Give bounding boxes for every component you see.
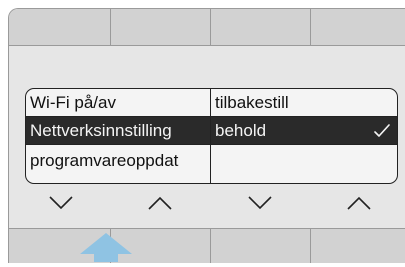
- menu-item-label: Nettverksinnstilling: [30, 121, 172, 140]
- softkey-bottom-4[interactable]: [311, 228, 405, 263]
- menu-item-label: programvareoppdat: [30, 151, 179, 170]
- option-keep[interactable]: behold: [211, 117, 397, 145]
- option-reset[interactable]: tilbakestill: [211, 89, 397, 117]
- chevron-up-icon[interactable]: [347, 196, 371, 210]
- left-menu-column: Wi-Fi på/av Nettverksinnstilling program…: [26, 89, 211, 183]
- option-empty: [211, 147, 397, 175]
- device-screen: Wi-Fi på/av Nettverksinnstilling program…: [8, 8, 405, 263]
- option-label: behold: [215, 121, 267, 140]
- chevron-down-icon[interactable]: [248, 196, 272, 210]
- option-label: tilbakestill: [215, 93, 289, 112]
- chevron-down-icon[interactable]: [49, 196, 73, 210]
- softkey-bottom-3[interactable]: [211, 228, 311, 263]
- menu-item-software-update[interactable]: programvareoppdat: [26, 147, 210, 175]
- menu-item-wifi-toggle[interactable]: Wi-Fi på/av: [26, 89, 210, 117]
- bottom-softkey-bar: [9, 228, 405, 263]
- checkmark-icon: [373, 117, 391, 144]
- menu-item-label: Wi-Fi på/av: [30, 93, 116, 112]
- menu-item-network-settings[interactable]: Nettverksinnstilling: [26, 117, 210, 145]
- softkey-top-1[interactable]: [9, 9, 111, 46]
- softkey-top-2[interactable]: [111, 9, 211, 46]
- softkey-top-4[interactable]: [311, 9, 405, 46]
- right-menu-column: tilbakestill behold: [211, 89, 397, 183]
- softkey-top-3[interactable]: [211, 9, 311, 46]
- top-softkey-bar: [9, 9, 405, 46]
- settings-menu-panel: Wi-Fi på/av Nettverksinnstilling program…: [25, 88, 398, 184]
- up-arrow-pointer-icon: [78, 232, 134, 262]
- chevron-up-icon[interactable]: [148, 196, 172, 210]
